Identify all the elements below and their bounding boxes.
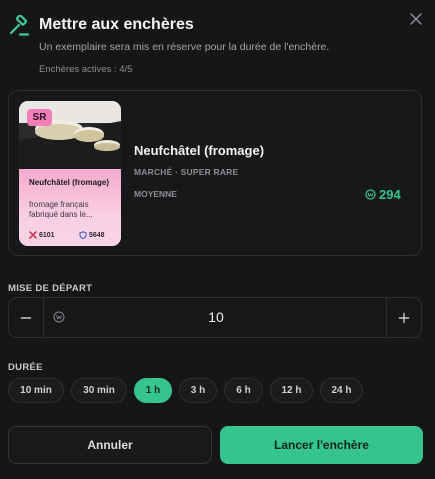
item-card-stat-left: 6101 — [39, 231, 55, 239]
item-card: SR Neufchâtel (fromage) fromage français… — [19, 101, 121, 246]
starting-bid-input[interactable]: 10 — [49, 298, 383, 337]
launch-auction-button[interactable]: Lancer l'enchère — [220, 426, 423, 464]
close-icon[interactable] — [408, 11, 424, 27]
item-meta: MARCHÉ · SUPER RARE — [134, 167, 239, 177]
item-name: Neufchâtel (fromage) — [134, 143, 265, 158]
active-auctions-count: Enchères actives : 4/5 — [39, 64, 133, 75]
starting-bid-stepper: 10 — [8, 297, 422, 338]
starting-bid-label: MISE DE DÉPART — [8, 283, 93, 294]
cancel-button[interactable]: Annuler — [8, 426, 212, 464]
plus-icon — [398, 312, 410, 323]
duration-option-3-h[interactable]: 3 h — [179, 378, 217, 403]
shield-icon — [79, 231, 87, 239]
item-tier: MOYENNE — [134, 189, 177, 199]
minus-icon — [20, 316, 32, 319]
duration-options: 10 min 30 min 1 h 3 h 6 h 12 h 24 h — [8, 378, 363, 403]
duration-option-1-h[interactable]: 1 h — [134, 378, 172, 403]
modal-title: Mettre aux enchères — [39, 16, 194, 33]
item-card-stat-attack: 6101 — [29, 231, 55, 239]
item-card-stat-defense: 5648 — [79, 231, 105, 239]
item-price: 294 — [365, 187, 401, 202]
increment-button[interactable] — [386, 298, 421, 337]
duration-option-24-h[interactable]: 24 h — [320, 378, 363, 403]
duration-option-10-min[interactable]: 10 min — [8, 378, 64, 403]
duration-option-30-min[interactable]: 30 min — [71, 378, 127, 403]
item-card-description: fromage français fabriqué dans le... — [29, 200, 93, 219]
rarity-badge: SR — [27, 109, 52, 126]
coin-icon — [365, 189, 376, 200]
crossed-swords-icon — [29, 231, 37, 239]
item-price-value: 294 — [379, 187, 401, 202]
gavel-icon — [9, 15, 30, 36]
item-card-body: Neufchâtel (fromage) fromage français fa… — [19, 169, 121, 246]
duration-option-12-h[interactable]: 12 h — [270, 378, 313, 403]
decrement-button[interactable] — [9, 298, 44, 337]
duration-option-6-h[interactable]: 6 h — [224, 378, 263, 403]
item-card-name: Neufchâtel (fromage) — [29, 178, 110, 187]
modal-subtitle: Un exemplaire sera mis en réserve pour l… — [39, 41, 330, 53]
duration-label: DURÉE — [8, 362, 43, 373]
auction-modal: Mettre aux enchères Un exemplaire sera m… — [0, 0, 435, 479]
item-card-stat-right: 5648 — [89, 231, 105, 239]
